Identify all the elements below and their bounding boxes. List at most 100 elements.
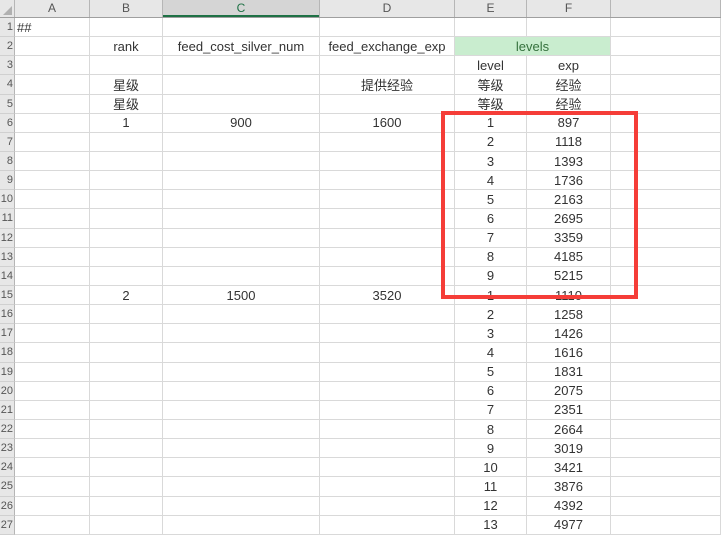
cell-F25[interactable]: 3876	[527, 477, 611, 496]
cell-B23[interactable]	[90, 439, 163, 458]
cell-A17[interactable]	[15, 324, 90, 343]
cell-E2-levels-merged[interactable]: levels	[455, 37, 611, 56]
cell-G25[interactable]	[611, 477, 721, 496]
cell-G23[interactable]	[611, 439, 721, 458]
cell-F12[interactable]: 3359	[527, 229, 611, 248]
cell-F23[interactable]: 3019	[527, 439, 611, 458]
row-header-12[interactable]: 12	[0, 229, 15, 248]
cell-F15[interactable]: 1110	[527, 286, 611, 305]
cell-D6[interactable]: 1600	[320, 114, 455, 133]
row-header-13[interactable]: 13	[0, 248, 15, 267]
cell-D17[interactable]	[320, 324, 455, 343]
cell-D13[interactable]	[320, 248, 455, 267]
cell-E22[interactable]: 8	[455, 420, 527, 439]
cell-B1[interactable]	[90, 18, 163, 37]
row-header-8[interactable]: 8	[0, 152, 15, 171]
cell-F19[interactable]: 1831	[527, 363, 611, 382]
cell-G19[interactable]	[611, 363, 721, 382]
cell-E25[interactable]: 11	[455, 477, 527, 496]
cell-A13[interactable]	[15, 248, 90, 267]
cell-C23[interactable]	[163, 439, 320, 458]
cell-D7[interactable]	[320, 133, 455, 152]
cell-E18[interactable]: 4	[455, 343, 527, 362]
row-header-25[interactable]: 25	[0, 477, 15, 496]
cell-A21[interactable]	[15, 401, 90, 420]
cell-B27[interactable]	[90, 516, 163, 535]
cell-B26[interactable]	[90, 497, 163, 516]
cell-C27[interactable]	[163, 516, 320, 535]
cell-D18[interactable]	[320, 343, 455, 362]
cell-G21[interactable]	[611, 401, 721, 420]
row-header-20[interactable]: 20	[0, 382, 15, 401]
cell-F14[interactable]: 5215	[527, 267, 611, 286]
cell-B10[interactable]	[90, 190, 163, 209]
cell-G12[interactable]	[611, 229, 721, 248]
cell-D1[interactable]	[320, 18, 455, 37]
cell-C22[interactable]	[163, 420, 320, 439]
cell-F21[interactable]: 2351	[527, 401, 611, 420]
cell-E17[interactable]: 3	[455, 324, 527, 343]
cell-C21[interactable]	[163, 401, 320, 420]
cell-E24[interactable]: 10	[455, 458, 527, 477]
cell-E15[interactable]: 1	[455, 286, 527, 305]
cell-B2[interactable]: rank	[90, 37, 163, 56]
select-all-corner[interactable]	[0, 0, 15, 17]
cell-B12[interactable]	[90, 229, 163, 248]
cell-G6[interactable]	[611, 114, 721, 133]
row-header-5[interactable]: 5	[0, 95, 15, 114]
cell-G10[interactable]	[611, 190, 721, 209]
cell-E7[interactable]: 2	[455, 133, 527, 152]
cell-B22[interactable]	[90, 420, 163, 439]
cell-D11[interactable]	[320, 209, 455, 228]
cell-E23[interactable]: 9	[455, 439, 527, 458]
cell-B16[interactable]	[90, 305, 163, 324]
cell-E26[interactable]: 12	[455, 497, 527, 516]
cell-G13[interactable]	[611, 248, 721, 267]
cell-B21[interactable]	[90, 401, 163, 420]
cell-G16[interactable]	[611, 305, 721, 324]
cell-A26[interactable]	[15, 497, 90, 516]
cell-A9[interactable]	[15, 171, 90, 190]
cell-A3[interactable]	[15, 56, 90, 75]
cell-A7[interactable]	[15, 133, 90, 152]
cell-C1[interactable]	[163, 18, 320, 37]
row-header-2[interactable]: 2	[0, 37, 15, 56]
cell-G5[interactable]	[611, 95, 721, 114]
cell-C14[interactable]	[163, 267, 320, 286]
cell-B17[interactable]	[90, 324, 163, 343]
row-header-11[interactable]: 11	[0, 209, 15, 228]
cell-D25[interactable]	[320, 477, 455, 496]
column-header-B[interactable]: B	[90, 0, 163, 17]
cell-A24[interactable]	[15, 458, 90, 477]
cell-D16[interactable]	[320, 305, 455, 324]
cell-G8[interactable]	[611, 152, 721, 171]
cell-G26[interactable]	[611, 497, 721, 516]
row-header-15[interactable]: 15	[0, 286, 15, 305]
cell-E16[interactable]: 2	[455, 305, 527, 324]
cell-E11[interactable]: 6	[455, 209, 527, 228]
cell-B14[interactable]	[90, 267, 163, 286]
cell-E21[interactable]: 7	[455, 401, 527, 420]
cell-D22[interactable]	[320, 420, 455, 439]
cell-B6[interactable]: 1	[90, 114, 163, 133]
cell-D2[interactable]: feed_exchange_exp	[320, 37, 455, 56]
row-header-4[interactable]: 4	[0, 75, 15, 94]
cell-F6[interactable]: 897	[527, 114, 611, 133]
cell-B7[interactable]	[90, 133, 163, 152]
cell-G17[interactable]	[611, 324, 721, 343]
cell-F22[interactable]: 2664	[527, 420, 611, 439]
cell-A16[interactable]	[15, 305, 90, 324]
cell-F10[interactable]: 2163	[527, 190, 611, 209]
cell-B9[interactable]	[90, 171, 163, 190]
cell-D9[interactable]	[320, 171, 455, 190]
cell-D3[interactable]	[320, 56, 455, 75]
row-header-7[interactable]: 7	[0, 133, 15, 152]
cell-C26[interactable]	[163, 497, 320, 516]
column-header-E[interactable]: E	[455, 0, 527, 17]
cell-C7[interactable]	[163, 133, 320, 152]
cell-F24[interactable]: 3421	[527, 458, 611, 477]
cell-F13[interactable]: 4185	[527, 248, 611, 267]
cell-G9[interactable]	[611, 171, 721, 190]
cell-E13[interactable]: 8	[455, 248, 527, 267]
cell-C5[interactable]	[163, 95, 320, 114]
